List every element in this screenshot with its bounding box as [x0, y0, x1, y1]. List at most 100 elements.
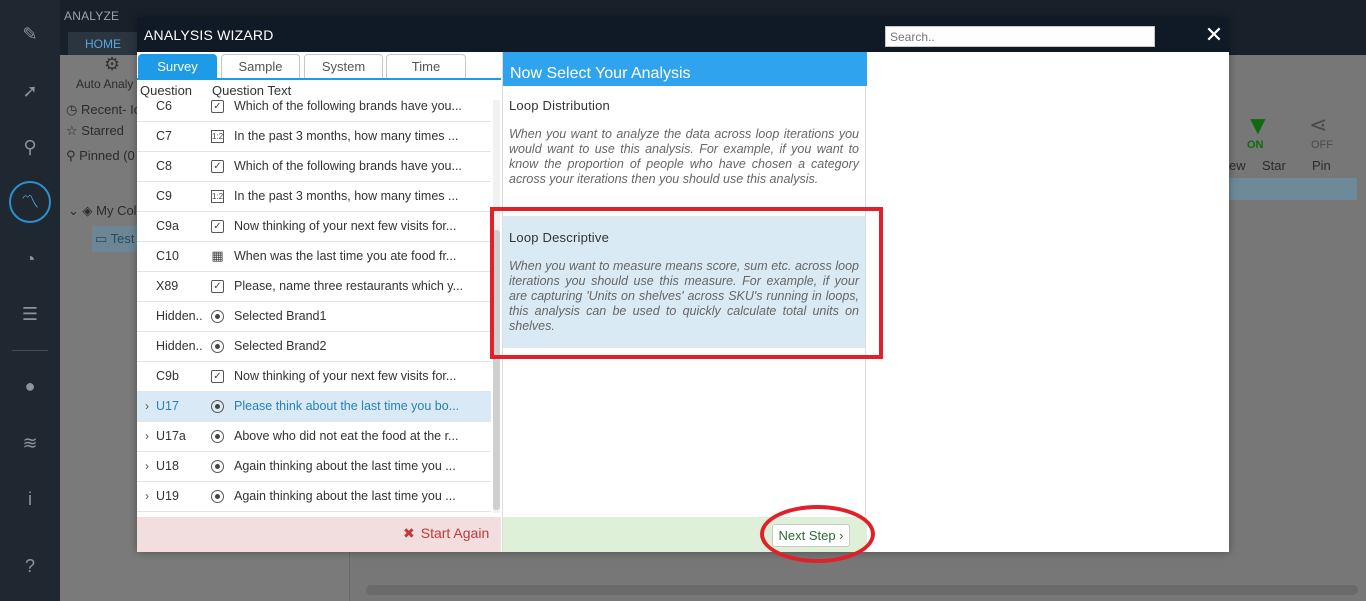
column-pin: Pin: [1312, 158, 1331, 173]
folder-icon: ▭: [95, 231, 111, 246]
question-row[interactable]: C10 ▦ When was the last time you ate food …: [137, 242, 491, 272]
share-icon[interactable]: ⋖: [1309, 112, 1327, 138]
chevron-down-icon: ⌄ ◈: [68, 203, 97, 218]
question-text: Selected Brand1: [234, 309, 327, 323]
annotation-highlight-rect: [490, 207, 883, 359]
question-text: Please think about the last time you bo.…: [234, 399, 460, 413]
checkbox-type-icon: ✓: [211, 160, 224, 173]
auto-analysis-icon[interactable]: ⚙: [104, 54, 120, 75]
question-text: Which of the following brands have you..…: [234, 159, 462, 173]
tab-system[interactable]: System: [304, 54, 383, 79]
question-text: Selected Brand2: [234, 339, 327, 353]
test-item-label: Test: [110, 231, 135, 246]
column-star: Star: [1262, 158, 1286, 173]
horizontal-scrollbar[interactable]: [366, 585, 1358, 595]
radio-type-icon: [211, 340, 224, 353]
analyze-chart-icon[interactable]: 〽: [9, 181, 51, 223]
checkbox-type-icon: ✓: [211, 370, 224, 383]
dashboard-icon[interactable]: ◔: [18, 247, 42, 271]
tab-sample[interactable]: Sample: [221, 54, 300, 79]
analysis-description: When you want to analyze the data across…: [509, 127, 859, 186]
question-row[interactable]: C9 1:2 In the past 3 months, how many time…: [137, 182, 491, 212]
checkbox-type-icon: ✓: [211, 100, 224, 113]
question-row[interactable]: C7 1:2 In the past 3 months, how many time…: [137, 122, 491, 152]
pin-icon: ⚲: [66, 148, 80, 163]
radio-type-icon: [211, 430, 224, 443]
numeric-type-icon: 1:2: [211, 190, 224, 203]
question-row[interactable]: C9a ✓ Now thinking of your next few visits…: [137, 212, 491, 242]
edit-icon[interactable]: ✎: [18, 22, 42, 46]
tabs-underline: [137, 78, 501, 80]
analysis-option-loop-distribution[interactable]: Loop Distribution When you want to analy…: [503, 96, 865, 206]
analysis-panel-header: Now Select Your Analysis: [503, 52, 867, 86]
question-text: Above who did not eat the food at the r.…: [234, 429, 459, 443]
question-text: Again thinking about the last time you .…: [234, 489, 456, 503]
chevron-right-icon[interactable]: ›: [145, 429, 149, 443]
share-state: OFF: [1311, 139, 1333, 151]
question-row[interactable]: › U19 Again thinking about the last time y…: [137, 482, 491, 512]
question-row[interactable]: Hidden.. Selected Brand1: [137, 302, 491, 332]
question-text: In the past 3 months, how many times ...: [234, 189, 459, 203]
column-view: ew: [1229, 158, 1246, 173]
question-row[interactable]: › U18 Again thinking about the last time y…: [137, 452, 491, 482]
question-text: Now thinking of your next few visits for…: [234, 219, 457, 233]
search-input[interactable]: [885, 26, 1155, 47]
question-code: X89: [156, 279, 179, 293]
chevron-right-icon[interactable]: ›: [145, 399, 149, 413]
pinned-label: Pinned (0: [79, 148, 135, 163]
starred-item[interactable]: ☆ Starred: [66, 123, 124, 139]
question-row[interactable]: Hidden.. Selected Brand2: [137, 332, 491, 362]
recent-label: Recent- Ic: [80, 102, 141, 117]
question-text: Which of the following brands have you..…: [234, 100, 462, 113]
question-row[interactable]: C8 ✓ Which of the following brands have yo…: [137, 152, 491, 182]
chevron-right-icon[interactable]: ›: [145, 459, 149, 473]
question-text: Again thinking about the last time you .…: [234, 459, 456, 473]
question-code: C6: [156, 100, 172, 113]
question-code: U17a: [156, 429, 186, 443]
search-icon[interactable]: ⚲: [18, 135, 42, 159]
question-row[interactable]: X89 ✓ Please, name three restaurants which…: [137, 272, 491, 302]
question-text: Please, name three restaurants which y..…: [234, 279, 464, 293]
checkbox-type-icon: ✓: [211, 280, 224, 293]
question-row[interactable]: C9b ✓ Now thinking of your next few visits…: [137, 362, 491, 392]
annotation-highlight-ellipse: [760, 505, 875, 563]
filter-state: ON: [1247, 139, 1264, 151]
question-code: C8: [156, 159, 172, 173]
modal-header: ANALYSIS WIZARD ✕: [137, 17, 1229, 52]
user-icon[interactable]: ●: [18, 374, 42, 398]
question-code: C9: [156, 189, 172, 203]
question-row[interactable]: › U17a Above who did not eat the food at t…: [137, 422, 491, 452]
question-column-headers: Question Question Text: [140, 82, 490, 100]
pinned-item[interactable]: ⚲ Pinned (0: [66, 148, 135, 164]
help-icon[interactable]: ?: [18, 554, 42, 578]
question-text: When was the last time you ate food fr..…: [234, 249, 457, 263]
info-icon[interactable]: i: [18, 487, 42, 511]
tab-time[interactable]: Time: [386, 54, 466, 79]
question-code: C7: [156, 129, 172, 143]
question-row[interactable]: C6 ✓ Which of the following brands have yo…: [137, 100, 491, 122]
chevron-right-icon[interactable]: ›: [145, 489, 149, 503]
auto-analysis-label[interactable]: Auto Analy: [76, 77, 133, 91]
column-question: Question: [140, 83, 193, 98]
filter-icon[interactable]: ▼: [1245, 110, 1271, 141]
rocket-icon[interactable]: ➚: [18, 79, 42, 103]
database-icon[interactable]: ≋: [18, 431, 42, 455]
close-icon[interactable]: ✕: [1204, 24, 1224, 46]
question-code: Hidden..: [156, 339, 203, 353]
start-again-button[interactable]: ✖ Start Again: [403, 525, 489, 542]
tab-survey[interactable]: Survey: [138, 54, 217, 79]
my-collection-item[interactable]: ⌄ ◈ My Coll: [68, 203, 139, 219]
question-text: In the past 3 months, how many times ...: [234, 129, 459, 143]
checkbox-type-icon: ✓: [211, 220, 224, 233]
question-code: C10: [156, 249, 179, 263]
test-item[interactable]: ▭ Test: [95, 231, 135, 247]
radio-type-icon: [211, 310, 224, 323]
question-list[interactable]: C6 ✓ Which of the following brands have yo…: [137, 100, 491, 513]
tab-home[interactable]: HOME: [68, 32, 138, 56]
recent-item[interactable]: ◷ Recent- Ic: [66, 102, 140, 118]
close-x-icon: ✖: [403, 525, 415, 541]
list-icon[interactable]: ☰: [18, 302, 42, 326]
table-row-highlight: [1229, 178, 1357, 200]
question-row[interactable]: › U17 Please think about the last time you…: [137, 392, 491, 422]
starred-label: Starred: [81, 123, 124, 138]
